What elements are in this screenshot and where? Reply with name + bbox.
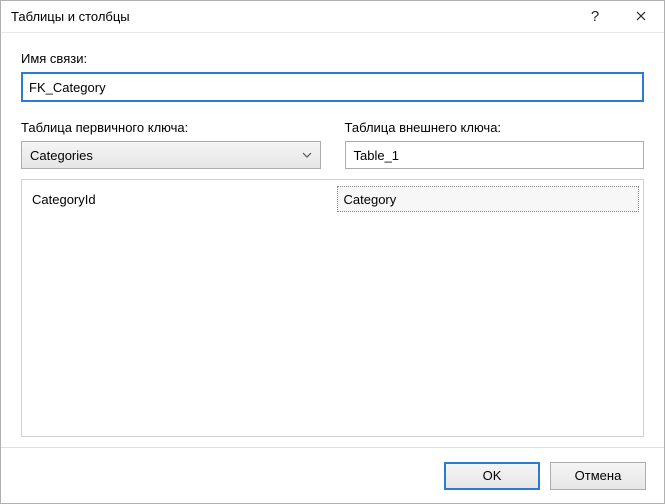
help-button[interactable]: ? [572, 1, 618, 33]
pk-column-cell[interactable]: CategoryId [22, 186, 333, 212]
pk-table-select[interactable]: Categories [21, 141, 321, 169]
close-button[interactable] [618, 1, 664, 33]
fk-table-label: Таблица внешнего ключа: [345, 120, 645, 135]
relationship-name-label: Имя связи: [21, 51, 644, 66]
pk-table-label: Таблица первичного ключа: [21, 120, 321, 135]
cancel-button[interactable]: Отмена [550, 462, 646, 490]
fk-table-field: Table_1 [345, 141, 645, 169]
relationship-name-input[interactable] [21, 72, 644, 102]
dialog-body: Имя связи: Таблица первичного ключа: Cat… [1, 33, 664, 447]
table-selectors-row: Таблица первичного ключа: Categories Таб… [21, 120, 644, 169]
cancel-button-label: Отмена [575, 468, 622, 483]
pk-column-group: Таблица первичного ключа: Categories [21, 120, 321, 169]
ok-button[interactable]: OK [444, 462, 540, 490]
column-mapping-grid: CategoryId Category [21, 179, 644, 437]
fk-table-value: Table_1 [354, 148, 400, 163]
fk-column-text: Category [344, 192, 397, 207]
fk-columns-list: Category [333, 180, 644, 436]
titlebar: Таблицы и столбцы ? [1, 1, 664, 33]
help-icon: ? [591, 8, 599, 25]
pk-columns-list: CategoryId [22, 180, 333, 436]
close-icon [636, 9, 646, 24]
window-title: Таблицы и столбцы [1, 9, 572, 24]
dialog-footer: OK Отмена [1, 447, 664, 503]
pk-column-text: CategoryId [32, 192, 96, 207]
fk-column-group: Таблица внешнего ключа: Table_1 [345, 120, 645, 169]
chevron-down-icon [302, 152, 312, 158]
pk-table-selected-text: Categories [30, 148, 93, 163]
fk-column-cell[interactable]: Category [337, 186, 640, 212]
ok-button-label: OK [483, 468, 502, 483]
dialog-window: Таблицы и столбцы ? Имя связи: Таблица п… [0, 0, 665, 504]
